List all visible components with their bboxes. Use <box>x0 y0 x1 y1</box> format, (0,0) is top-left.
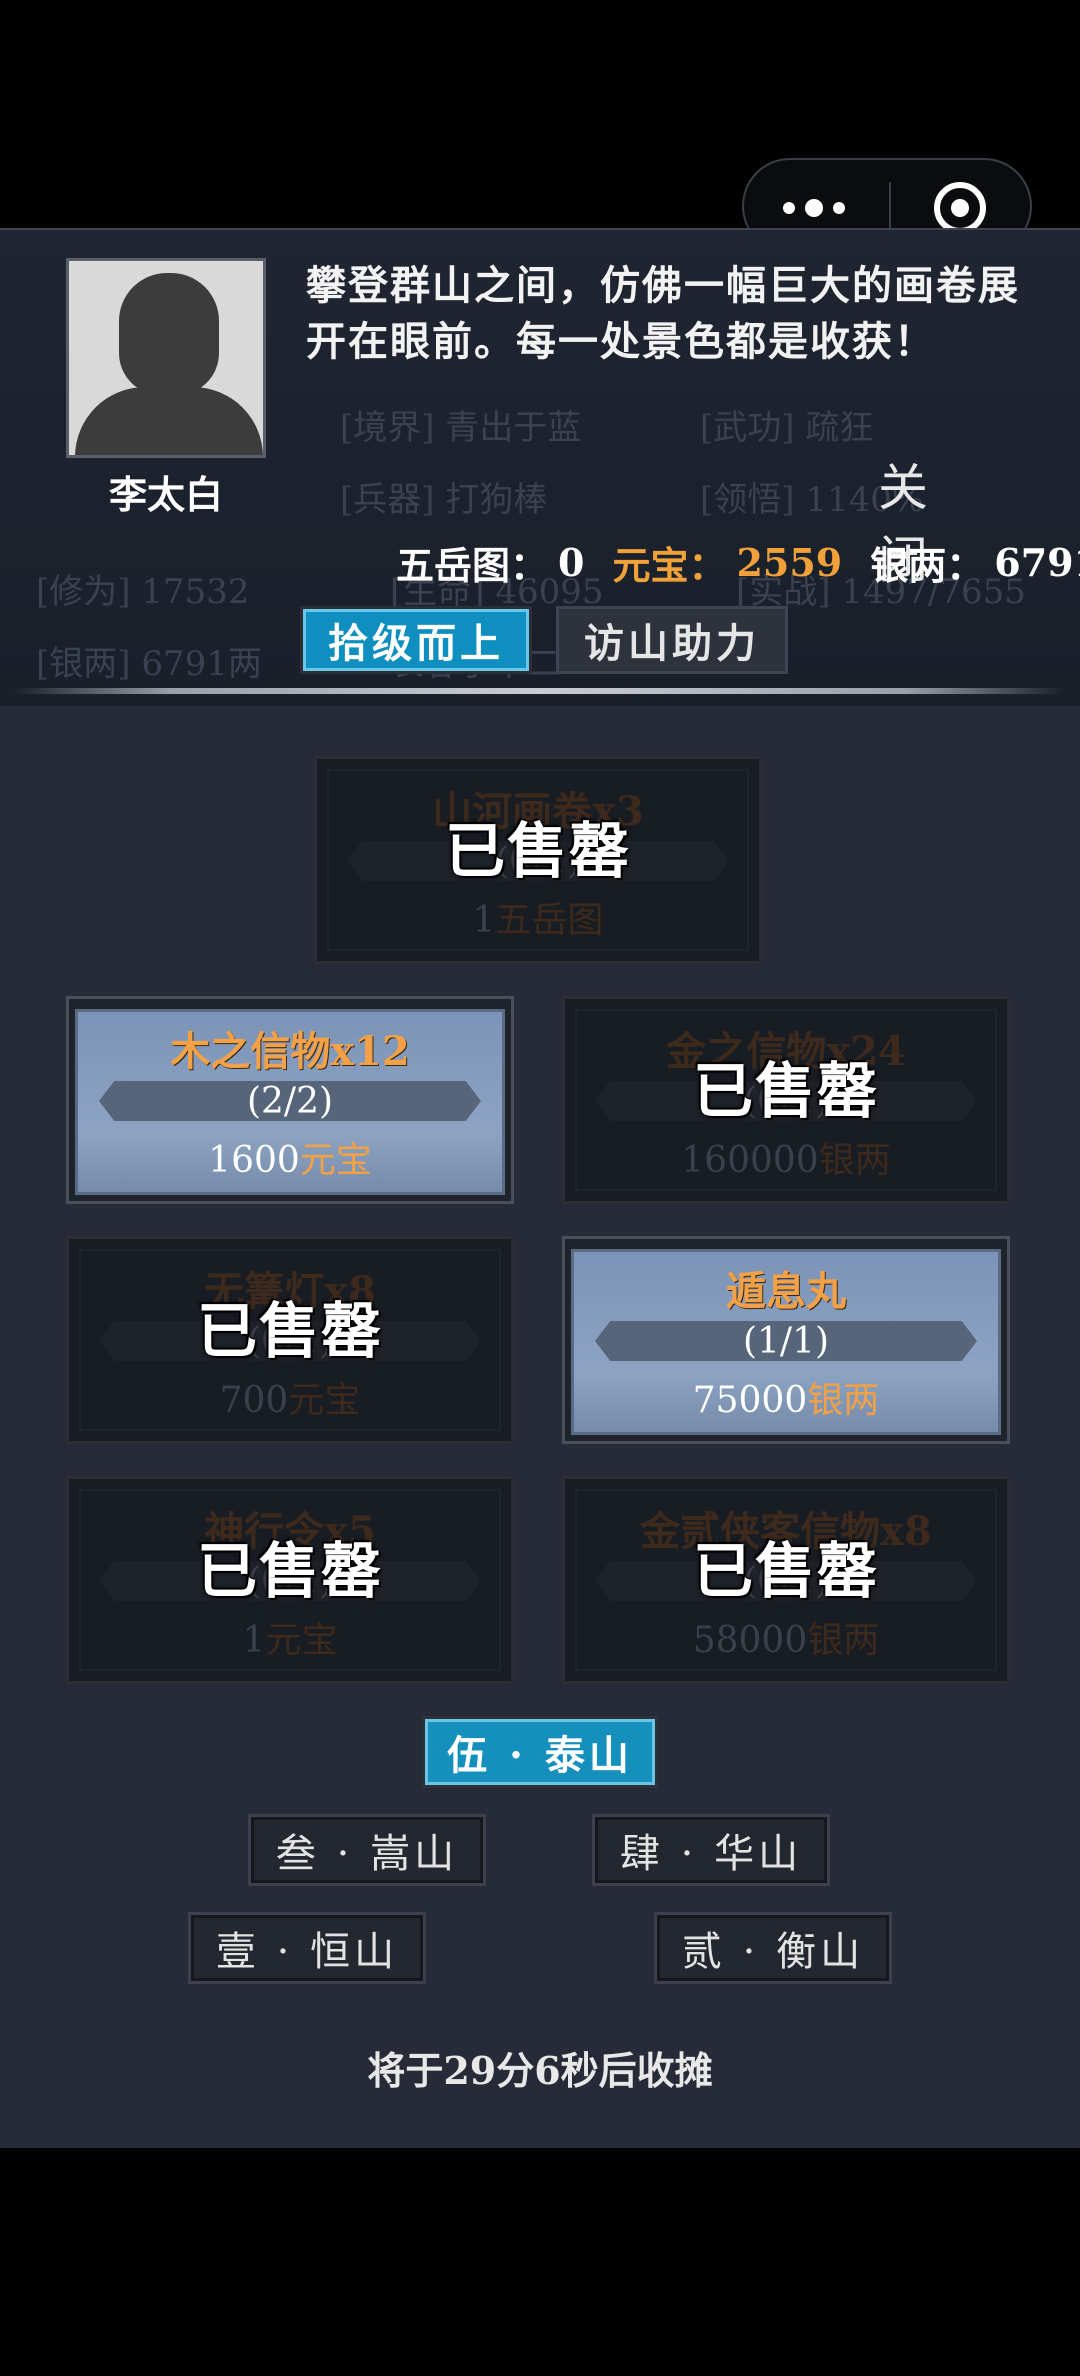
item-price: 1元宝 <box>242 1620 338 1661</box>
ghost-text: [兵器] 打狗棒 <box>340 480 548 520</box>
player-name: 李太白 <box>108 472 223 517</box>
silver-label: 银两： <box>870 542 985 588</box>
yuanbao-label: 元宝： <box>612 542 727 588</box>
shop-item-card[interactable]: 神行令x5 (0/1) 1元宝 已售罄 <box>66 1476 514 1684</box>
event-description: 攀登群山之间，仿佛一幅巨大的画卷展开在眼前。每一处景色都是收获！ <box>306 262 1020 365</box>
shop-item-card[interactable]: 金之信物x24 (0/1) 160000银两 已售罄 <box>562 996 1010 1204</box>
shop-item-card[interactable]: 金贰侠客信物x8 (0/1) 58000银两 已售罄 <box>562 1476 1010 1684</box>
item-name: 木之信物x12 <box>170 1028 410 1075</box>
item-price: 160000银两 <box>681 1140 891 1181</box>
mountain-tab-hengshan-south[interactable]: 贰 · 衡山 <box>654 1912 892 1984</box>
close-button[interactable]: 关 闭 <box>840 448 980 589</box>
item-name: 遁息丸 <box>726 1268 846 1315</box>
silver-value: 6791 <box>994 539 1080 585</box>
shop-item-card[interactable]: 木之信物x12 (2/2) 1600元宝 <box>66 996 514 1204</box>
item-stock: (1/1) <box>742 1321 830 1362</box>
item-price: 75000银两 <box>692 1380 880 1421</box>
closing-countdown: 将于29分6秒后收摊 <box>367 2048 713 2093</box>
avatar <box>66 258 266 458</box>
ghost-text: [武功] 疏狂 <box>700 408 874 448</box>
sold-out-label: 已售罄 <box>197 1537 383 1607</box>
shop-item-card[interactable]: 山河画卷x3 (0/1) 1五岳图 已售罄 <box>314 756 762 964</box>
wuyue-label: 五岳图： <box>396 542 549 588</box>
item-price: 700元宝 <box>219 1380 361 1421</box>
ghost-text: [修为] 17532 <box>36 572 250 612</box>
currency-bar: 五岳图： 0 元宝： 2559 银两： 6791 <box>396 534 1080 590</box>
item-price: 1600元宝 <box>208 1140 372 1181</box>
shop-item-card[interactable]: 无篝灯x8 (0/1) 700元宝 已售罄 <box>66 1236 514 1444</box>
shop-item-card[interactable]: 遁息丸 (1/1) 75000银两 <box>562 1236 1010 1444</box>
ghost-text: [境界] 青出于蓝 <box>340 408 582 448</box>
yuanbao-value: 2559 <box>736 539 843 585</box>
item-stock: (2/2) <box>246 1081 334 1122</box>
tab-climb[interactable]: 拾级而上 <box>300 606 532 674</box>
sold-out-label: 已售罄 <box>693 1057 879 1127</box>
tab-help[interactable]: 访山助力 <box>556 606 788 674</box>
header-divider <box>14 688 1064 694</box>
item-price: 1五岳图 <box>472 900 604 941</box>
silhouette-avatar-icon <box>119 273 219 395</box>
wuyue-value: 0 <box>558 539 585 585</box>
close-miniprogram-icon[interactable] <box>934 182 986 234</box>
mountain-tab-taishan[interactable]: 伍 · 泰山 <box>422 1716 658 1788</box>
mountain-tab-songshan[interactable]: 叁 · 嵩山 <box>248 1814 486 1886</box>
ghost-text: [银两] 6791两 <box>36 644 262 684</box>
sold-out-label: 已售罄 <box>693 1537 879 1607</box>
mountain-tab-hengshan-north[interactable]: 壹 · 恒山 <box>188 1912 426 1984</box>
sold-out-label: 已售罄 <box>197 1297 383 1367</box>
sold-out-label: 已售罄 <box>445 817 631 887</box>
capsule-divider <box>889 182 891 232</box>
item-price: 58000银两 <box>692 1620 880 1661</box>
mountain-tab-huashan[interactable]: 肆 · 华山 <box>592 1814 830 1886</box>
